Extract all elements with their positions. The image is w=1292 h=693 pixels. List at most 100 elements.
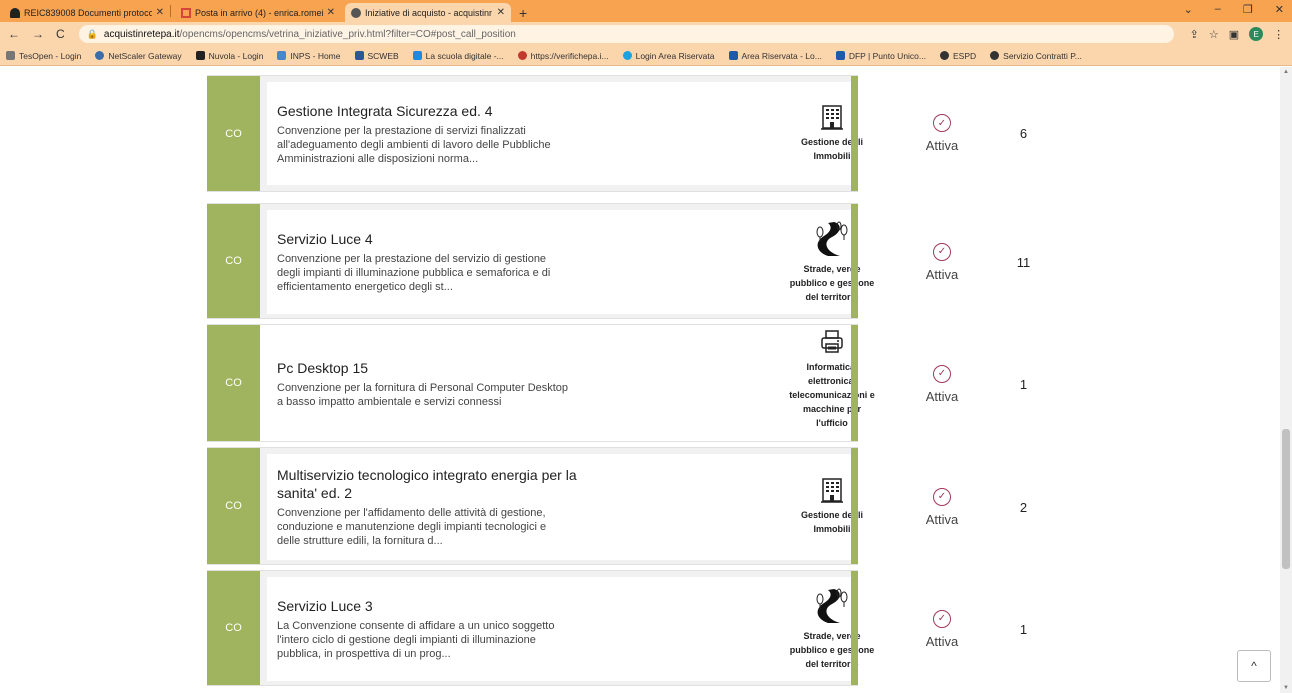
initiative-card[interactable]: CO Gestione Integrata Sicurezza ed. 4 Co… xyxy=(207,75,1051,192)
bookmark-item[interactable]: INPS - Home xyxy=(277,50,341,61)
browser-tab[interactable]: REIC839008 Documenti protocol ✕ xyxy=(4,3,170,22)
card-description: Convenzione per la prestazione del servi… xyxy=(277,253,551,293)
gateway-icon xyxy=(95,51,105,60)
status-label: Attiva xyxy=(925,633,959,649)
close-window-icon[interactable]: ✕ xyxy=(1275,3,1284,16)
check-circle-icon: ✓ xyxy=(933,364,951,383)
bookmark-item[interactable]: Login Area Riservata xyxy=(622,50,715,61)
minimize-icon[interactable]: – xyxy=(1215,3,1221,16)
bookmark-label: INPS - Home xyxy=(290,50,341,61)
status-cell: ✓ Attiva xyxy=(889,454,995,560)
category-cell: Gestione degli Immobili xyxy=(776,82,888,185)
category-cell: Strade, verde pubblico e gestione del te… xyxy=(776,210,888,314)
back-icon[interactable]: ← xyxy=(8,27,20,41)
cloud-icon xyxy=(195,51,205,60)
bookmark-label: La scuola digitale -... xyxy=(425,50,504,61)
category-label: Informatica, elettronica, telecomunicazi… xyxy=(789,362,875,428)
toolbar-actions: ⇪ ☆ ▣ E ⋮ xyxy=(1190,27,1284,41)
bookmark-item[interactable]: La scuola digitale -... xyxy=(412,50,504,61)
category-label: Strade, verde pubblico e gestione del te… xyxy=(789,264,875,302)
card-description-cell: Multiservizio tecnologico integrato ener… xyxy=(267,454,787,560)
scroll-down-icon[interactable]: ▼ xyxy=(1283,685,1289,691)
globe-icon xyxy=(351,7,361,18)
card-accent-bar xyxy=(851,76,858,191)
bookmark-label: TesOpen - Login xyxy=(19,50,82,61)
card-title[interactable]: Servizio Luce 4 xyxy=(277,230,776,248)
share-icon[interactable]: ⇪ xyxy=(1190,28,1199,41)
dfp-icon xyxy=(835,51,845,60)
initiative-card[interactable]: CO Servizio Luce 3 La Convenzione consen… xyxy=(207,570,1051,686)
bookmark-item[interactable]: NetScaler Gateway xyxy=(95,51,182,61)
bookmark-star-icon[interactable]: ☆ xyxy=(1209,28,1219,41)
tab-title: Posta in arrivo (4) - enrica.romei xyxy=(195,7,323,18)
verify-icon xyxy=(517,51,527,60)
pin-icon xyxy=(6,51,15,60)
bookmark-item[interactable]: TesOpen - Login xyxy=(6,51,81,61)
gmail-icon xyxy=(181,7,191,18)
bookmark-label: SCWEB xyxy=(367,50,399,61)
address-bar[interactable]: 🔒 acquistinretepa.it/opencms/opencms/vet… xyxy=(78,25,1174,43)
initiative-card[interactable]: CO Pc Desktop 15 Convenzione per la forn… xyxy=(207,324,1051,442)
category-cell: Strade, verde pubblico e gestione del te… xyxy=(776,577,888,681)
toolbar: ← → C 🔒 acquistinretepa.it/opencms/openc… xyxy=(0,22,1292,46)
reload-icon[interactable]: C xyxy=(56,27,65,41)
bookmark-label: Login Area Riservata xyxy=(635,50,715,61)
bookmark-label: DFP | Punto Unico... xyxy=(848,50,926,61)
bookmark-item[interactable]: SCWEB xyxy=(354,50,399,61)
tab-title: Iniziative di acquisto - acquistinr xyxy=(365,7,493,18)
card-description: Convenzione per l'affidamento delle atti… xyxy=(277,507,547,547)
type-badge: CO xyxy=(207,325,260,441)
bookmark-label: https://verifichepa.i... xyxy=(530,50,609,61)
bookmark-item[interactable]: Servizio Contratti P... xyxy=(990,51,1082,61)
count-cell: 11 xyxy=(996,210,1051,314)
building-icon xyxy=(821,478,843,503)
close-icon[interactable]: ✕ xyxy=(497,7,505,18)
browser-tab-active[interactable]: Iniziative di acquisto - acquistinr ✕ xyxy=(345,3,511,22)
new-tab-button[interactable]: + xyxy=(519,3,527,22)
lock-icon[interactable]: 🔒 xyxy=(87,29,98,40)
card-title[interactable]: Servizio Luce 3 xyxy=(277,597,776,615)
scroll-up-icon[interactable]: ▲ xyxy=(1283,69,1289,75)
bookmark-label: Area Riservata - Lo... xyxy=(741,50,822,61)
tab-strip: REIC839008 Documenti protocol ✕ Posta in… xyxy=(0,0,1292,22)
initiative-card[interactable]: CO Servizio Luce 4 Convenzione per la pr… xyxy=(207,203,1051,319)
tab-separator xyxy=(170,5,171,17)
initiative-card[interactable]: CO Multiservizio tecnologico integrato e… xyxy=(207,447,1051,565)
side-panel-icon[interactable]: ▣ xyxy=(1229,28,1239,41)
bookmark-item[interactable]: https://verifichepa.i... xyxy=(517,50,609,61)
restore-icon[interactable]: ❐ xyxy=(1243,3,1253,16)
bookmark-item[interactable]: DFP | Punto Unico... xyxy=(835,50,926,61)
bookmark-label: Servizio Contratti P... xyxy=(1003,50,1082,61)
card-title[interactable]: Pc Desktop 15 xyxy=(277,359,776,377)
back-to-top-button[interactable]: ^ xyxy=(1237,650,1271,682)
type-badge: CO xyxy=(207,448,260,564)
card-title[interactable]: Multiservizio tecnologico integrato ener… xyxy=(277,466,577,502)
vertical-scrollbar[interactable]: ▲ ▼ xyxy=(1280,67,1292,693)
road-icon xyxy=(816,221,848,256)
bookmark-label: ESPD xyxy=(953,50,977,61)
cloud-icon xyxy=(10,7,20,18)
check-circle-icon: ✓ xyxy=(933,487,951,506)
road-icon xyxy=(816,588,848,623)
type-badge: CO xyxy=(207,571,260,685)
scrollbar-thumb[interactable] xyxy=(1282,429,1290,569)
menu-icon[interactable]: ⋮ xyxy=(1273,28,1284,41)
count-cell: 1 xyxy=(996,328,1051,440)
window-controls: ⌄ – ❐ ✕ xyxy=(1184,3,1284,16)
profile-avatar[interactable]: E xyxy=(1249,27,1264,41)
bookmark-label: Nuvola - Login xyxy=(208,50,264,61)
tab-search-icon[interactable]: ⌄ xyxy=(1184,3,1193,16)
browser-tab[interactable]: Posta in arrivo (4) - enrica.romei ✕ xyxy=(175,3,341,22)
close-icon[interactable]: ✕ xyxy=(327,7,335,18)
count-cell: 1 xyxy=(996,577,1051,681)
card-title[interactable]: Gestione Integrata Sicurezza ed. 4 xyxy=(277,102,776,120)
reserved-area-icon xyxy=(728,51,738,60)
status-label: Attiva xyxy=(925,511,959,527)
close-icon[interactable]: ✕ xyxy=(156,7,164,18)
bookmark-item[interactable]: ESPD xyxy=(940,51,976,61)
login-icon xyxy=(622,51,632,60)
category-label: Strade, verde pubblico e gestione del te… xyxy=(789,631,875,669)
bookmark-item[interactable]: Nuvola - Login xyxy=(195,50,264,61)
forward-icon[interactable]: → xyxy=(32,27,44,41)
bookmark-item[interactable]: Area Riservata - Lo... xyxy=(728,50,822,61)
